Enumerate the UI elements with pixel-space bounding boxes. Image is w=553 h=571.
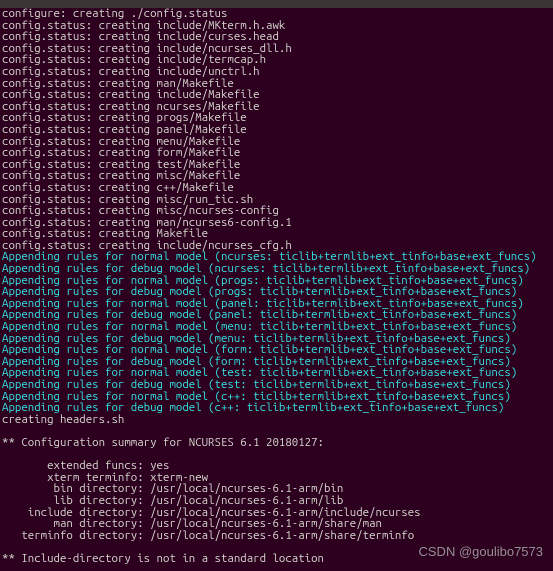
summary-section: extended funcs: yes xterm terminfo: xter… [2, 460, 551, 541]
config-output-line: config.status: creating c++/Makefile [2, 182, 551, 194]
summary-output-line: extended funcs: yes [2, 460, 551, 472]
summary-output-line: man directory: /usr/local/ncurses-6.1-ar… [2, 518, 551, 530]
config-output-line: config.status: creating Makefile [2, 228, 551, 240]
config-output-line: config.status: creating man/Makefile [2, 78, 551, 90]
terminal-output[interactable]: configure: creating ./config.statusconfi… [0, 8, 553, 565]
config-output-line: config.status: creating include/termcap.… [2, 54, 551, 66]
config-output-line: config.status: creating ncurses/Makefile [2, 101, 551, 113]
appending-output-line: Appending rules for normal model (test: … [2, 367, 551, 379]
config-output-line: config.status: creating include/MKterm.h… [2, 20, 551, 32]
config-output-line: config.status: creating misc/ncurses-con… [2, 205, 551, 217]
creating-headers-line: creating headers.sh [2, 414, 551, 426]
config-output-line: config.status: creating progs/Makefile [2, 112, 551, 124]
appending-output-line: Appending rules for debug model (test: t… [2, 379, 551, 391]
config-output-line: config.status: creating test/Makefile [2, 159, 551, 171]
config-output-line: config.status: creating form/Makefile [2, 147, 551, 159]
watermark: CSDN @goulibo7573 [419, 546, 544, 558]
appending-output-line: Appending rules for debug model (form: t… [2, 356, 551, 368]
blank-line [2, 449, 551, 461]
appending-output-line: Appending rules for debug model (c++: ti… [2, 402, 551, 414]
config-output-line: config.status: creating menu/Makefile [2, 136, 551, 148]
blank-line [2, 425, 551, 437]
summary-output-line: bin directory: /usr/local/ncurses-6.1-ar… [2, 483, 551, 495]
appending-output-line: Appending rules for normal model (menu: … [2, 321, 551, 333]
summary-output-line: xterm terminfo: xterm-new [2, 472, 551, 484]
appending-rules-section: Appending rules for normal model (ncurse… [2, 251, 551, 413]
appending-output-line: Appending rules for normal model (form: … [2, 344, 551, 356]
appending-output-line: Appending rules for normal model (ncurse… [2, 251, 551, 263]
title-bar [0, 0, 553, 8]
appending-output-line: Appending rules for normal model (c++: t… [2, 391, 551, 403]
config-output-line: config.status: creating include/unctrl.h [2, 66, 551, 78]
appending-output-line: Appending rules for normal model (panel:… [2, 298, 551, 310]
summary-output-line: include directory: /usr/local/ncurses-6.… [2, 507, 551, 519]
appending-output-line: Appending rules for debug model (menu: t… [2, 333, 551, 345]
config-output-line: config.status: creating include/curses.h… [2, 31, 551, 43]
config-status-section: configure: creating ./config.statusconfi… [2, 8, 551, 251]
config-output-line: configure: creating ./config.status [2, 8, 551, 20]
config-output-line: config.status: creating include/ncurses_… [2, 43, 551, 55]
summary-header: ** Configuration summary for NCURSES 6.1… [2, 437, 551, 449]
appending-output-line: Appending rules for debug model (panel: … [2, 309, 551, 321]
summary-output-line: terminfo directory: /usr/local/ncurses-6… [2, 530, 551, 542]
appending-output-line: Appending rules for normal model (progs:… [2, 275, 551, 287]
summary-output-line: lib directory: /usr/local/ncurses-6.1-ar… [2, 495, 551, 507]
config-output-line: config.status: creating man/ncurses6-con… [2, 217, 551, 229]
config-output-line: config.status: creating include/Makefile [2, 89, 551, 101]
appending-output-line: Appending rules for debug model (progs: … [2, 286, 551, 298]
appending-output-line: Appending rules for debug model (ncurses… [2, 263, 551, 275]
config-output-line: config.status: creating include/ncurses_… [2, 240, 551, 252]
config-output-line: config.status: creating misc/run_tic.sh [2, 194, 551, 206]
config-output-line: config.status: creating panel/Makefile [2, 124, 551, 136]
config-output-line: config.status: creating misc/Makefile [2, 170, 551, 182]
